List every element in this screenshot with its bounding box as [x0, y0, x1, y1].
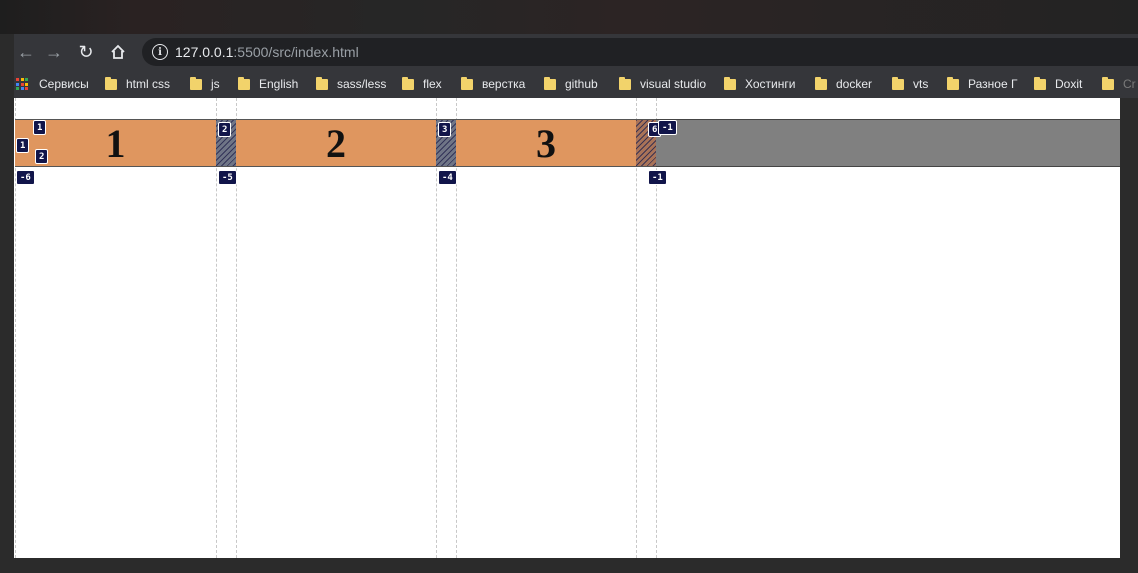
folder-icon [947, 76, 959, 90]
home-icon [111, 44, 125, 59]
bookmark-label: English [259, 77, 299, 91]
bookmark-apps[interactable]: Сервисы [16, 70, 89, 98]
grid-line-number-badge: 1 [33, 120, 47, 135]
bookmark-folder[interactable]: docker [815, 70, 872, 98]
page-viewport: 1 2 3 1 2 3 6 -1 1 2 -6 -5 -4 -1 [14, 98, 1120, 558]
bookmark-folder[interactable]: English [238, 70, 298, 98]
grid-line [456, 98, 457, 558]
bookmark-folder[interactable]: html css [105, 70, 170, 98]
bookmark-label: Сервисы [39, 77, 89, 91]
bookmark-folder[interactable]: Doxit [1034, 70, 1082, 98]
folder-icon [190, 76, 202, 90]
folder-icon [892, 76, 904, 90]
grid-item-label: 3 [536, 120, 556, 166]
bookmark-folder[interactable]: github [544, 70, 598, 98]
bookmark-folder[interactable]: верстка [461, 70, 525, 98]
bookmark-label: sass/less [337, 77, 387, 91]
url-host: 127.0.0.1 [175, 44, 234, 60]
grid-line [236, 98, 237, 558]
apps-grid-icon [16, 78, 28, 90]
grid-line-number-badge: -5 [218, 170, 237, 185]
grid-line [436, 98, 437, 558]
grid-line [656, 98, 657, 558]
grid-line-number-badge: 3 [438, 122, 452, 137]
url-path: :5500/src/index.html [233, 44, 359, 60]
bookmark-folder[interactable]: js [190, 70, 220, 98]
forward-arrow-icon: → [45, 41, 63, 62]
grid-item-label: 1 [105, 120, 126, 166]
grid-line-number-badge: 2 [218, 122, 232, 137]
folder-icon [461, 76, 473, 90]
folder-icon [316, 76, 328, 90]
folder-icon [544, 76, 556, 90]
folder-icon [619, 76, 631, 90]
grid-line-number-badge: -4 [438, 170, 457, 185]
grid-line [15, 98, 16, 558]
grid-row-number-badge: 2 [35, 149, 49, 164]
folder-icon [815, 76, 827, 90]
grid-line-number-badge: -6 [16, 170, 35, 185]
bookmark-label: js [211, 77, 220, 91]
bookmark-label: Разное Г [968, 77, 1018, 91]
bookmark-label: верстка [482, 77, 526, 91]
bookmark-label: github [565, 77, 598, 91]
bookmark-label: docker [836, 77, 873, 91]
bookmark-label: flex [423, 77, 442, 91]
bookmark-folder[interactable]: sass/less [316, 70, 386, 98]
folder-icon [402, 76, 414, 90]
grid-item-label: 2 [326, 120, 346, 166]
grid-line [636, 98, 637, 558]
bookmark-folder[interactable]: Разное Г [947, 70, 1017, 98]
url-text: 127.0.0.1:5500/src/index.html [175, 44, 359, 60]
back-arrow-icon: ← [17, 41, 35, 62]
grid-line [216, 98, 217, 558]
home-button[interactable] [106, 40, 130, 64]
bookmark-label: Cr [1123, 77, 1136, 91]
bookmarks-bar: Сервисы html css js English sass/less fl… [14, 70, 1138, 98]
tab-strip [0, 0, 1138, 34]
grid-item: 3 [456, 119, 636, 167]
folder-icon [1102, 76, 1114, 90]
bookmark-folder[interactable]: vts [892, 70, 928, 98]
folder-icon [724, 76, 736, 90]
bookmark-label: Хостинги [745, 77, 796, 91]
address-bar[interactable]: i 127.0.0.1:5500/src/index.html [142, 38, 1138, 66]
back-button[interactable]: ← [14, 40, 38, 64]
bookmark-label: html css [126, 77, 171, 91]
bookmark-folder[interactable]: Cr [1102, 70, 1136, 98]
bookmark-label: Doxit [1055, 77, 1083, 91]
grid-item: 2 [236, 119, 436, 167]
grid-row-number-badge: 1 [16, 138, 30, 153]
bookmark-folder[interactable]: flex [402, 70, 442, 98]
bookmark-label: visual studio [640, 77, 707, 91]
folder-icon [1034, 76, 1046, 90]
bookmark-folder[interactable]: Хостинги [724, 70, 795, 98]
grid-line-number-badge: -1 [658, 120, 677, 135]
bookmark-folder[interactable]: visual studio [619, 70, 706, 98]
reload-icon: ↻ [78, 41, 94, 62]
reload-button[interactable]: ↻ [74, 40, 98, 64]
folder-icon [238, 76, 250, 90]
browser-toolbar: ← → ↻ i 127.0.0.1:5500/src/index.html [14, 34, 1138, 70]
bookmark-label: vts [913, 77, 929, 91]
info-icon[interactable]: i [152, 44, 168, 60]
forward-button[interactable]: → [42, 40, 66, 64]
folder-icon [105, 76, 117, 90]
grid-line-number-badge: -1 [648, 170, 667, 185]
